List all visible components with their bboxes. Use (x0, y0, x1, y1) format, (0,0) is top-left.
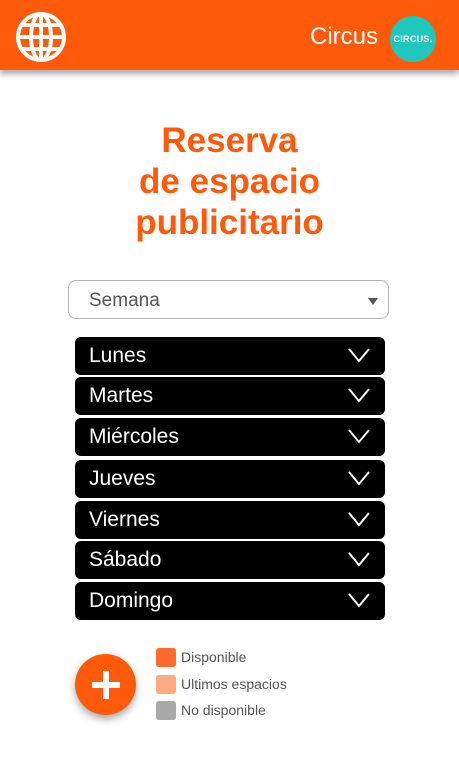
chevron-down-icon (348, 552, 370, 567)
legend-swatch-no-disponible (156, 701, 176, 720)
chevron-down-icon (348, 388, 370, 403)
chevron-down-icon (348, 429, 370, 444)
brand-name: Circus (309, 23, 378, 50)
legend-swatch-disponible (156, 648, 176, 667)
day-label: Jueves (89, 467, 156, 490)
page-title-line-3: publicitario (135, 203, 324, 242)
day-row-domingo[interactable]: Domingo (75, 582, 385, 620)
day-label: Sábado (89, 548, 162, 571)
legend-label: Ultimos espacios (181, 676, 287, 692)
day-label: Domingo (89, 589, 174, 612)
chevron-down-icon (348, 348, 370, 363)
page-title-line-2: de espacio (139, 162, 320, 201)
plus-icon (91, 670, 120, 699)
day-label: Viernes (89, 508, 160, 531)
day-label: Martes (89, 384, 154, 407)
legend-label: Disponible (181, 649, 247, 665)
legend-swatch-ultimos-espacios (156, 675, 176, 694)
day-row-jueves[interactable]: Jueves (75, 460, 385, 498)
chevron-down-icon (348, 593, 370, 608)
avatar[interactable]: CIRCUS. (390, 16, 436, 62)
day-label: Lunes (89, 344, 147, 367)
page-title: Reserva de espacio publicitario (0, 120, 459, 243)
top-app-bar: Circus CIRCUS. (0, 0, 459, 70)
period-select-value: Semana (89, 290, 160, 311)
globe-icon[interactable] (15, 11, 67, 63)
day-row-martes[interactable]: Martes (75, 377, 385, 415)
caret-down-icon (368, 298, 378, 305)
chevron-down-icon (348, 512, 370, 527)
day-row-viernes[interactable]: Viernes (75, 501, 385, 539)
day-label: Miércoles (89, 425, 179, 448)
period-select[interactable]: Semana (68, 280, 389, 319)
legend-label: No disponible (181, 702, 266, 718)
add-button[interactable] (75, 654, 136, 715)
day-row-miercoles[interactable]: Miércoles (75, 418, 385, 456)
day-row-sabado[interactable]: Sábado (75, 541, 385, 579)
chevron-down-icon (348, 471, 370, 486)
day-row-lunes[interactable]: Lunes (75, 337, 385, 375)
page-title-line-1: Reserva (161, 121, 298, 160)
